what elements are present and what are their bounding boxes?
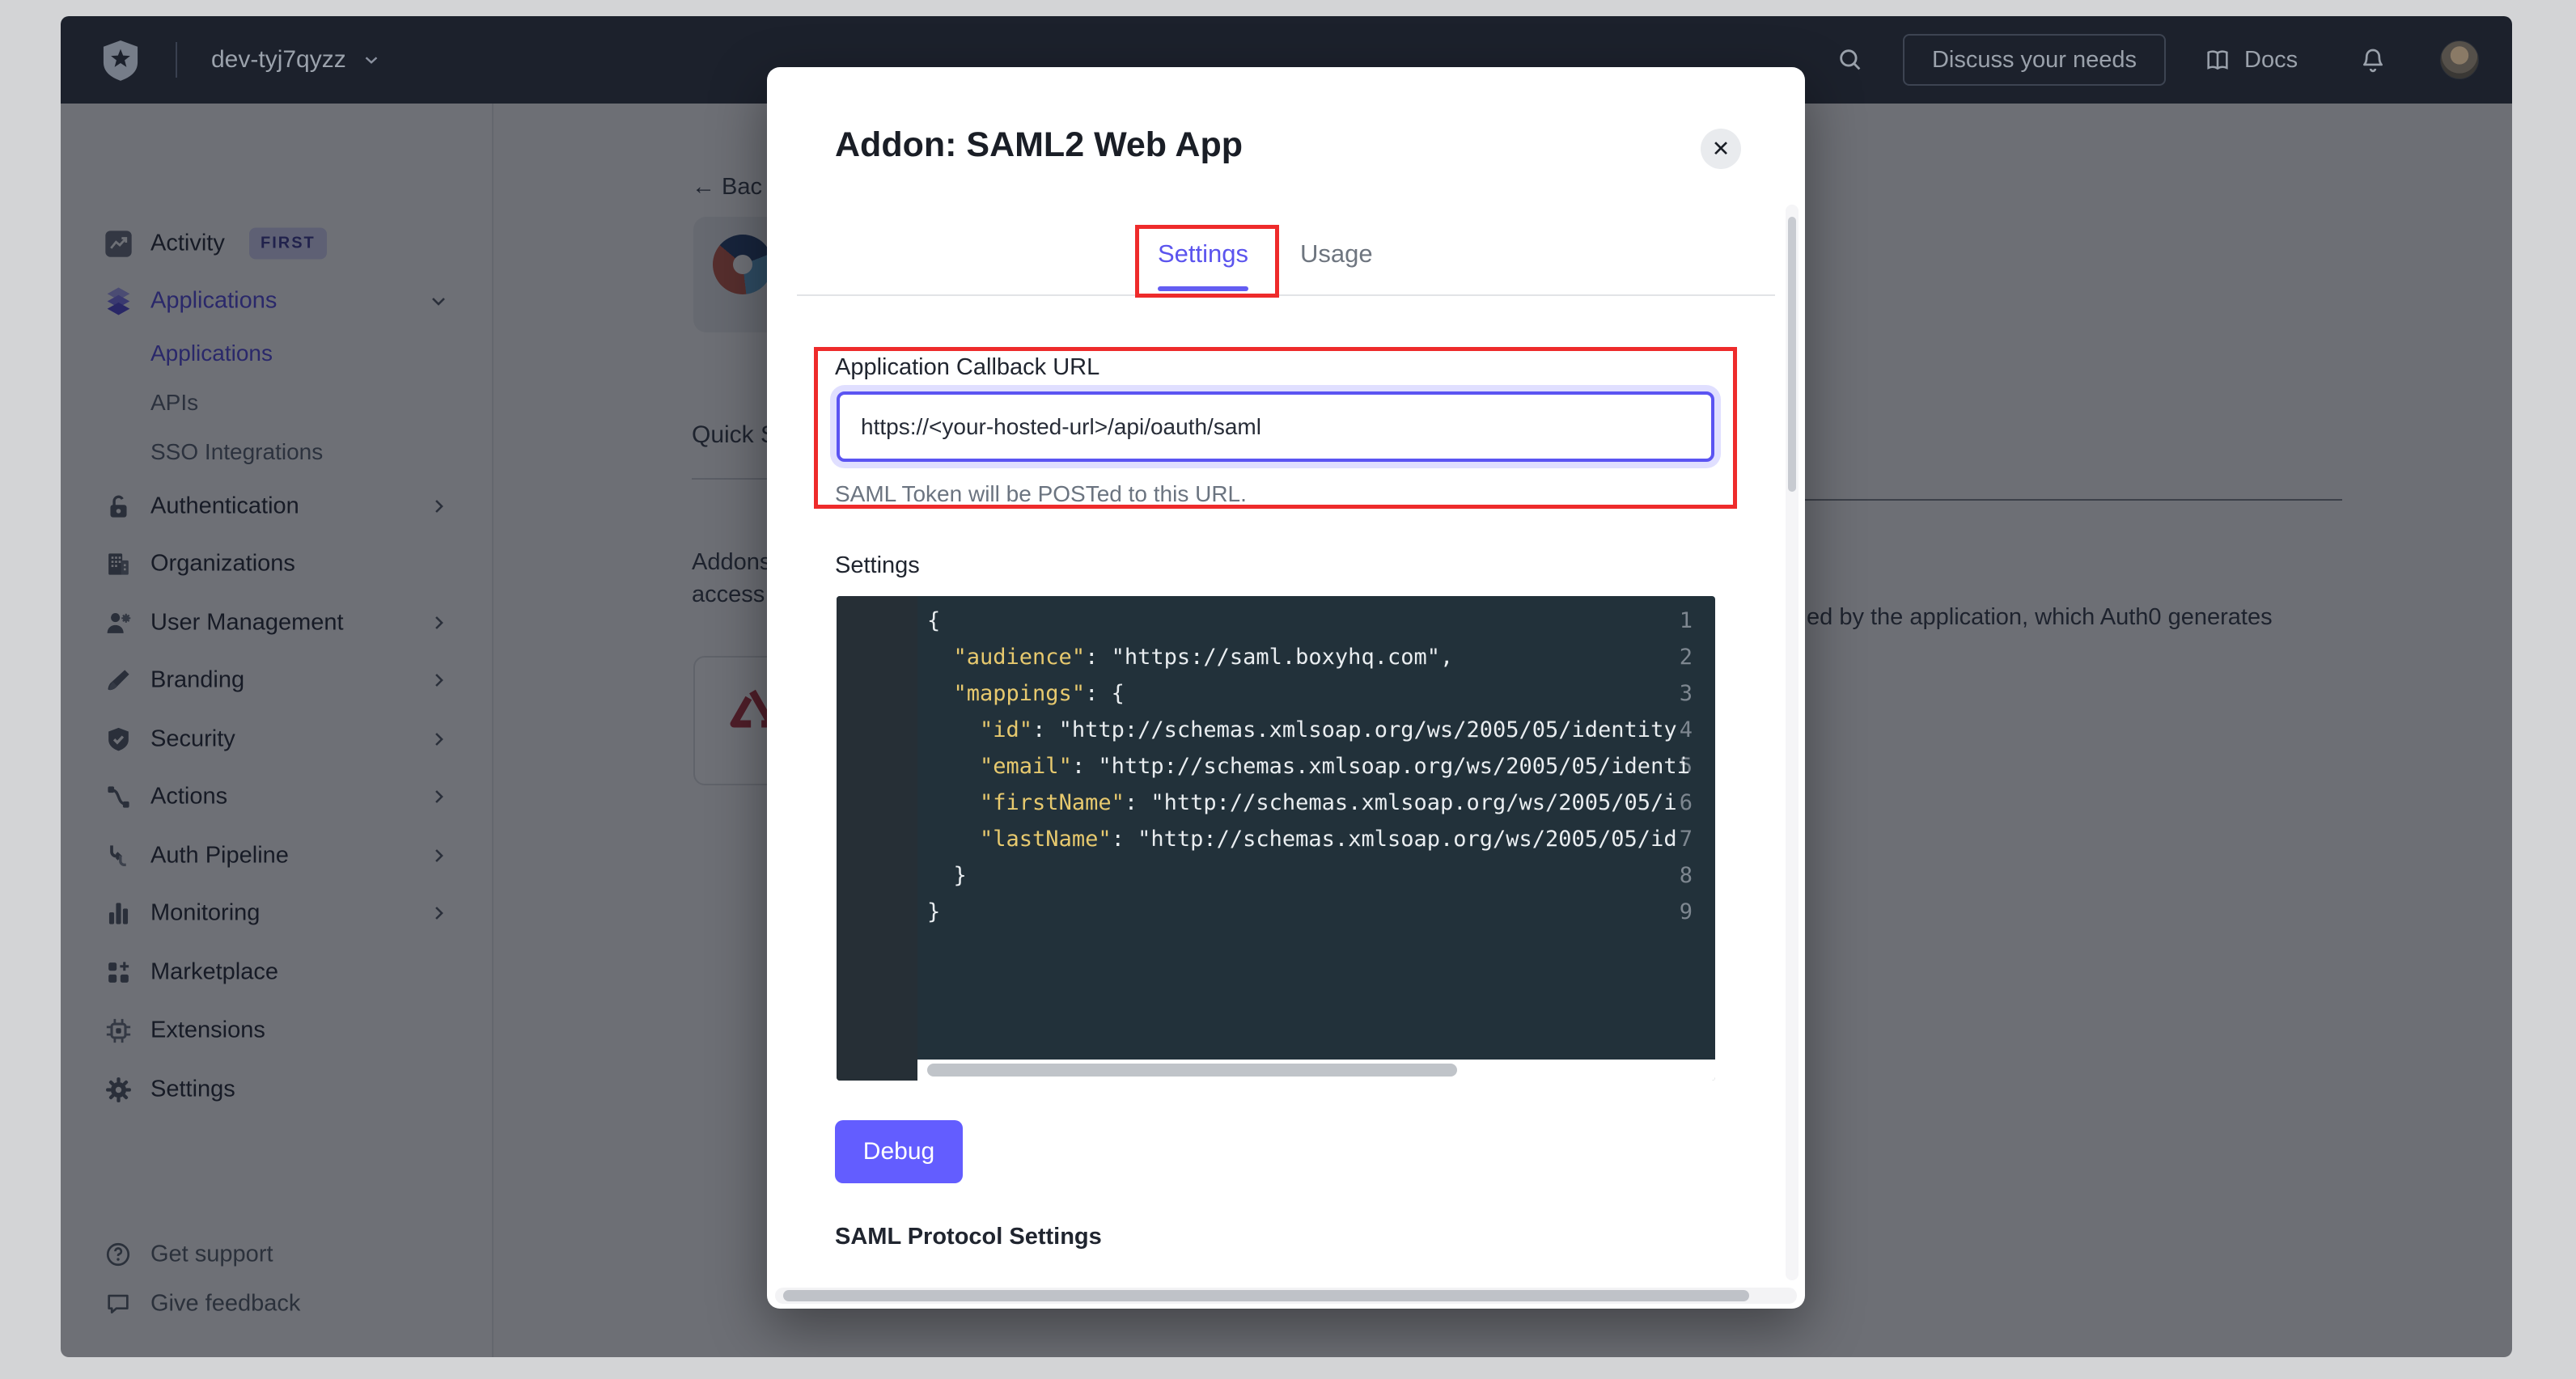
auth0-logo-icon[interactable] <box>102 39 139 85</box>
saml-protocol-settings-heading: SAML Protocol Settings <box>835 1224 1102 1250</box>
tabs-divider <box>797 294 1775 296</box>
modal-horizontal-scrollbar-thumb[interactable] <box>783 1290 1749 1301</box>
code-line: "mappings": { <box>927 675 1715 712</box>
code-line: "email": "http://schemas.xmlsoap.org/ws/… <box>927 748 1715 785</box>
callback-url-helper: SAML Token will be POSTed to this URL. <box>835 481 1247 507</box>
modal-vertical-scrollbar-thumb[interactable] <box>1788 217 1796 492</box>
editor-gutter <box>837 596 917 1081</box>
tenant-name: dev-tyj7qyzz <box>211 46 346 74</box>
editor-horizontal-scrollbar[interactable] <box>917 1060 1715 1081</box>
chevron-down-icon <box>361 49 382 70</box>
active-tab-underline <box>1158 286 1248 291</box>
search-button[interactable] <box>1829 39 1871 81</box>
code-line: "audience": "https://saml.boxyhq.com", <box>927 639 1715 675</box>
callback-url-label: Application Callback URL <box>835 354 1099 381</box>
user-avatar[interactable] <box>2440 40 2479 79</box>
code-line: } <box>927 857 1715 894</box>
editor-horizontal-scrollbar-thumb[interactable] <box>927 1064 1457 1077</box>
addon-saml2-modal: Addon: SAML2 Web App ✕ Settings Usage Ap… <box>767 67 1805 1309</box>
docs-label: Docs <box>2244 47 2298 74</box>
code-line: { <box>927 603 1715 639</box>
code-line: "firstName": "http://schemas.xmlsoap.org… <box>927 785 1715 821</box>
notifications-button[interactable] <box>2352 39 2394 81</box>
topbar-divider <box>176 42 177 78</box>
modal-horizontal-scrollbar[interactable] <box>775 1288 1797 1304</box>
debug-button[interactable]: Debug <box>835 1120 963 1183</box>
code-line: } <box>927 894 1715 930</box>
code-line: "lastName": "http://schemas.xmlsoap.org/… <box>927 821 1715 857</box>
bell-icon <box>2359 46 2387 74</box>
modal-title: Addon: SAML2 Web App <box>835 125 1243 165</box>
code-line: "id": "http://schemas.xmlsoap.org/ws/200… <box>927 712 1715 748</box>
search-icon <box>1837 46 1864 74</box>
modal-vertical-scrollbar[interactable] <box>1786 205 1799 1280</box>
tab-settings[interactable]: Settings <box>1158 239 1248 269</box>
app-window: Activity FIRST Applications Applications… <box>61 16 2512 1357</box>
tab-usage[interactable]: Usage <box>1300 239 1373 269</box>
settings-section-label: Settings <box>835 552 920 579</box>
close-icon[interactable]: ✕ <box>1701 129 1741 169</box>
book-icon <box>2204 46 2231 74</box>
settings-json-editor[interactable]: 1 2 3 4 5 6 7 8 9 { "audience": "https:/… <box>837 596 1715 1081</box>
docs-link[interactable]: Docs <box>2204 16 2298 104</box>
discuss-your-needs-button[interactable]: Discuss your needs <box>1903 34 2166 86</box>
tenant-switcher[interactable]: dev-tyj7qyzz <box>211 16 382 104</box>
callback-url-input[interactable] <box>837 391 1714 462</box>
